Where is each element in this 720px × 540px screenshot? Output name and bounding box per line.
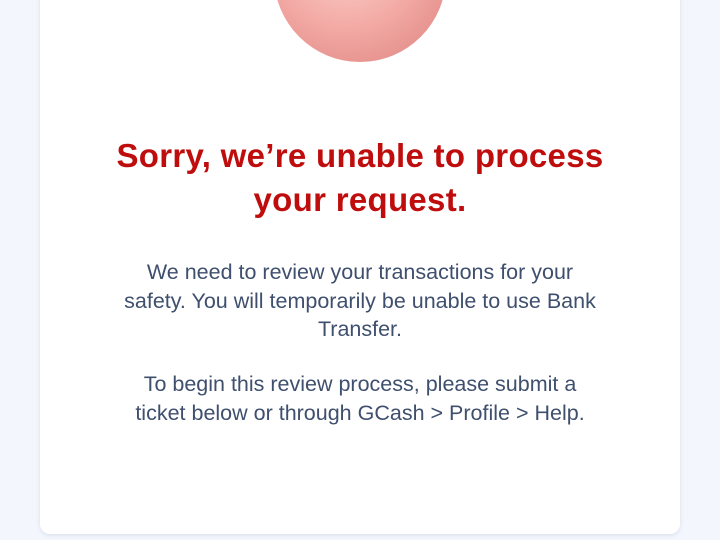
error-card: Sorry, we’re unable to process your requ… <box>40 0 680 534</box>
help-instructions: To begin this review process, please sub… <box>135 372 585 425</box>
error-title: Sorry, we’re unable to process your requ… <box>116 137 604 218</box>
sad-face-icon <box>272 0 448 64</box>
error-message: We need to review your transactions for … <box>124 260 596 341</box>
